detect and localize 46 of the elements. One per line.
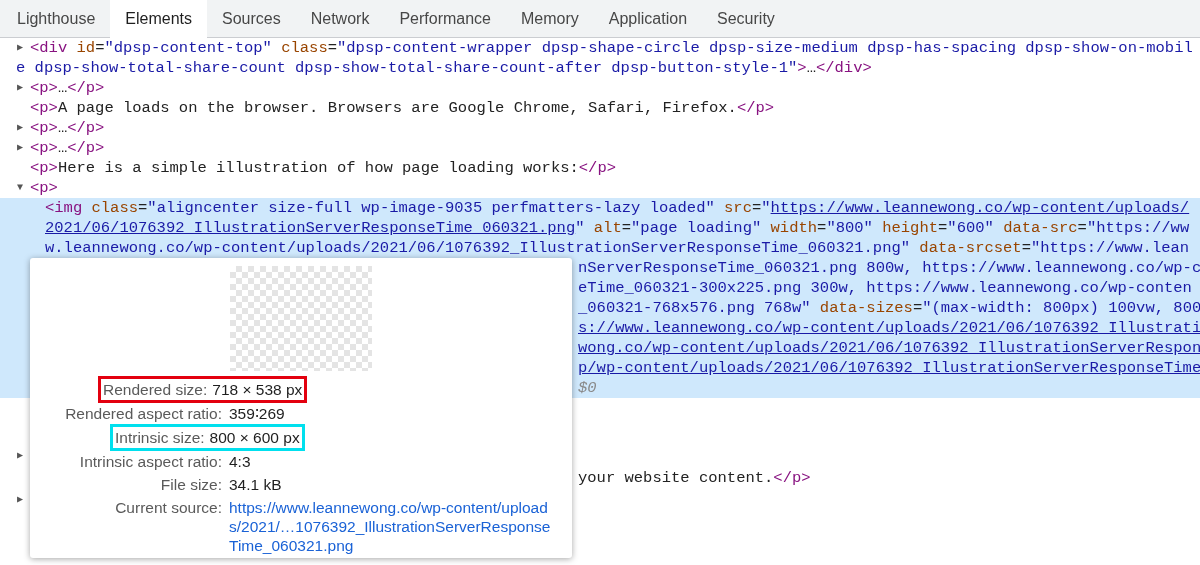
property-value: 359∶269 bbox=[228, 404, 285, 423]
code-line: p/wp-content/uploads/2021/06/1076392_IllustrationServerResponseTime bbox=[578, 358, 1200, 378]
code-line: <p>…</p> bbox=[30, 118, 105, 138]
property-label: File size: bbox=[159, 475, 223, 494]
panel-tab[interactable]: Network bbox=[295, 0, 385, 38]
code-line: <p>…</p> bbox=[30, 78, 105, 98]
code-line: $0 bbox=[578, 378, 597, 398]
panel-tab[interactable]: Performance bbox=[384, 0, 506, 38]
code-line: nServerResponseTime_060321.png 800w, https://www.leannewong.co/wp-c bbox=[578, 258, 1200, 278]
code-line: eTime_060321-300x225.png 300w, https://www.leannewong.co/wp-conten bbox=[578, 278, 1192, 298]
disclosure-triangle-icon[interactable]: ▶ bbox=[14, 490, 26, 510]
code-line: _060321-768x576.png 768w" data-sizes="(max-width: 800px) 100vw, 800 bbox=[578, 298, 1200, 318]
disclosure-triangle-icon[interactable]: ▶ bbox=[14, 138, 26, 158]
property-label: Intrinsic aspect ratio: bbox=[78, 452, 223, 471]
disclosure-triangle-icon[interactable]: ▼ bbox=[14, 178, 26, 198]
disclosure-triangle-icon[interactable]: ▶ bbox=[14, 446, 26, 466]
panel-tab[interactable]: Lighthouse bbox=[2, 0, 111, 38]
code-line: wong.co/wp-content/uploads/2021/06/1076392_IllustrationServerRespon bbox=[578, 338, 1200, 358]
disclosure-triangle-icon[interactable]: ▶ bbox=[14, 78, 26, 98]
code-line: <div id="dpsp-content-top" class="dpsp-content-wrapper dpsp-shape-circle dpsp-size-medium dpsp-has-spacing dpsp-show-on-mobil bbox=[30, 38, 1193, 58]
panel-tab[interactable]: Security bbox=[702, 0, 790, 38]
panel-tab[interactable]: Memory bbox=[506, 0, 594, 38]
property-label: Current source: bbox=[114, 498, 223, 517]
property-value: 4:3 bbox=[228, 452, 251, 471]
code-line: <p> bbox=[30, 178, 58, 198]
property-value: 800 × 600 px bbox=[208, 428, 300, 447]
property-label: Intrinsic size: bbox=[115, 428, 205, 447]
panel-tab[interactable]: Sources bbox=[207, 0, 296, 38]
panel-tab[interactable]: Elements bbox=[110, 0, 207, 38]
code-line: w.leannewong.co/wp-content/uploads/2021/06/1076392_IllustrationServerResponseTime_060321.png" data-srcset="https://www.lean bbox=[45, 238, 1190, 258]
code-line: your website content.</p> bbox=[578, 468, 811, 488]
property-label: Rendered aspect ratio: bbox=[64, 404, 223, 423]
property-label: Rendered size: bbox=[103, 380, 208, 399]
code-line: e dpsp-show-total-share-count dpsp-show-total-share-count-after dpsp-button-style-1">…</div> bbox=[16, 58, 872, 78]
source-link[interactable]: https://www.leannewong.co/wp-content/uploads/2021/…1076392_IllustrationServerResponseTime_060321.png bbox=[224, 498, 559, 555]
code-line: <p>A page loads on the browser. Browsers are Google Chrome, Safari, Firefox.</p> bbox=[30, 98, 775, 118]
code-line: 2021/06/1076392_IllustrationServerResponseTime_060321.png" alt="page loading" width="800" height="600" data-src="https://ww bbox=[45, 218, 1190, 238]
disclosure-triangle-icon[interactable]: ▶ bbox=[14, 118, 26, 138]
code-line: <img class="aligncenter size-full wp-image-9035 perfmatters-lazy loaded" src="https://www.leannewong.co/wp-content/uploads/ bbox=[45, 198, 1190, 218]
code-line: s://www.leannewong.co/wp-content/uploads/2021/06/1076392_Illustrati bbox=[578, 318, 1200, 338]
panel-tab[interactable]: Application bbox=[593, 0, 703, 38]
code-line: <p>…</p> bbox=[30, 138, 105, 158]
disclosure-triangle-icon[interactable]: ▶ bbox=[14, 38, 26, 58]
property-value: 718 × 538 px bbox=[211, 380, 303, 399]
code-line: <p>Here is a simple illustration of how page loading works:</p> bbox=[30, 158, 616, 178]
property-value: 34.1 kB bbox=[228, 475, 282, 494]
